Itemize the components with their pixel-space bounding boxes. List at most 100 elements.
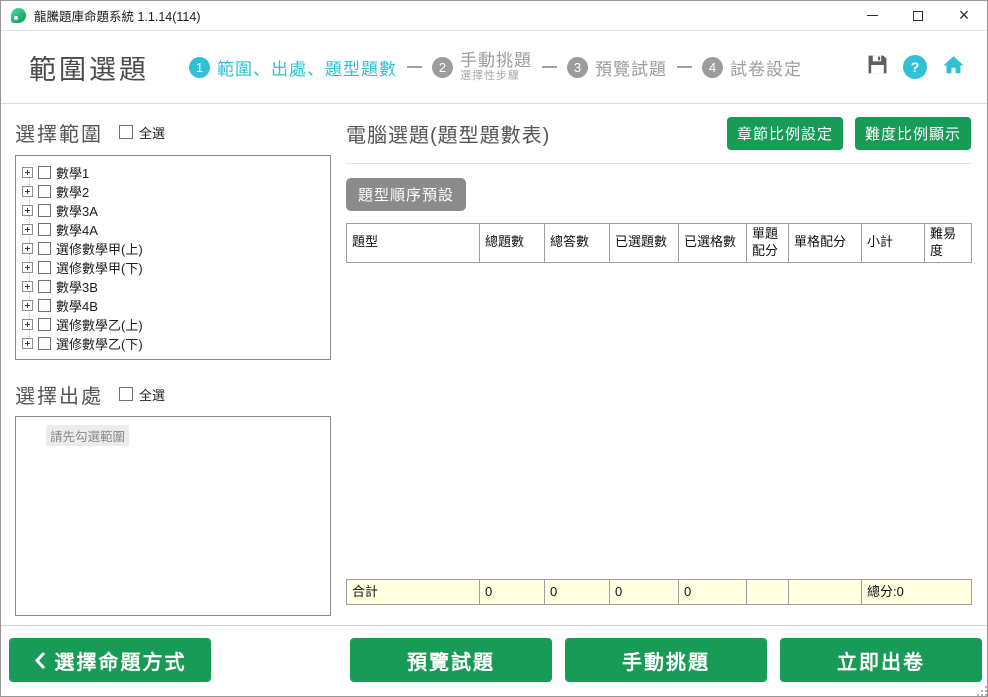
left-panel: 選擇範圍 全選 數學1 數學2 (15, 104, 331, 616)
question-order-preset-button[interactable]: 題型順序預設 (346, 178, 466, 211)
tree-item[interactable]: 數學2 (20, 182, 326, 201)
manual-pick-button[interactable]: 手動挑題 (565, 638, 767, 682)
source-select-all[interactable]: 全選 (119, 385, 165, 404)
minimize-button[interactable] (849, 1, 895, 30)
tree-item[interactable]: 數學3B (20, 277, 326, 296)
range-section-title: 選擇範圍 (15, 118, 103, 147)
summary-total-answers: 0 (545, 580, 610, 605)
app-logo-icon (11, 8, 26, 23)
table-empty-area (346, 263, 971, 579)
source-list-box: 請先勾選範圍 (15, 416, 331, 616)
step-2-sublabel: 選擇性步驟 (460, 70, 532, 83)
summary-row: 合計 0 0 0 0 總分:0 (347, 580, 972, 605)
save-icon[interactable] (867, 54, 888, 80)
range-select-all[interactable]: 全選 (119, 123, 165, 142)
tree-item[interactable]: 數學1 (20, 163, 326, 182)
tree-item-label: 數學2 (56, 182, 89, 201)
expand-plus-icon[interactable] (22, 300, 33, 311)
expand-plus-icon[interactable] (22, 262, 33, 273)
col-subtotal: 小計 (862, 224, 925, 263)
summary-selected-questions: 0 (610, 580, 679, 605)
expand-plus-icon[interactable] (22, 224, 33, 235)
range-select-all-label: 全選 (139, 123, 165, 142)
checkbox[interactable] (38, 318, 51, 331)
step-3-badge: 3 (567, 57, 588, 78)
expand-plus-icon[interactable] (22, 319, 33, 330)
generate-paper-button[interactable]: 立即出卷 (780, 638, 982, 682)
source-section-title: 選擇出處 (15, 380, 103, 409)
step-2-manual-pick[interactable]: 2 手動挑題 選擇性步驟 (432, 51, 532, 83)
checkbox[interactable] (38, 166, 51, 179)
step-2-badge: 2 (432, 57, 453, 78)
step-4-paper-setup[interactable]: 4 試卷設定 (702, 55, 802, 80)
summary-empty-cell (747, 580, 789, 605)
summary-label: 合計 (347, 580, 480, 605)
expand-plus-icon[interactable] (22, 186, 33, 197)
tree-item[interactable]: 選修數學甲(上) (20, 239, 326, 258)
col-total-answers: 總答數 (545, 224, 610, 263)
page-header: 範圍選題 1 範圍、出處、題型題數 2 手動挑題 選擇性步驟 3 預覽試題 4 (1, 31, 987, 104)
range-tree: 數學1 數學2 數學3A 數學4A (15, 155, 331, 360)
expand-plus-icon[interactable] (22, 243, 33, 254)
question-type-table: 題型 總題數 總答數 已選題數 已選格數 單題配分 單格配分 小計 難易度 (346, 223, 972, 263)
chapter-ratio-button[interactable]: 章節比例設定 (727, 117, 843, 150)
right-panel: 電腦選題(題型題數表) 章節比例設定 難度比例顯示 題型順序預設 題型 總題數 … (346, 104, 971, 625)
col-difficulty: 難易度 (925, 224, 972, 263)
step-2-label: 手動挑題 (460, 51, 532, 71)
step-3-preview[interactable]: 3 預覽試題 (567, 55, 667, 80)
source-section-header: 選擇出處 全選 (15, 380, 331, 408)
source-select-all-label: 全選 (139, 385, 165, 404)
range-select-all-checkbox[interactable] (119, 125, 133, 139)
tree-item-label: 數學4B (56, 296, 98, 315)
tree-item[interactable]: 數學4A (20, 220, 326, 239)
checkbox[interactable] (38, 242, 51, 255)
tree-item[interactable]: 選修數學乙(上) (20, 315, 326, 334)
window-title: 龍騰題庫命題系統 1.1.14(114) (34, 6, 200, 25)
step-1-range[interactable]: 1 範圍、出處、題型題數 (189, 55, 397, 80)
help-icon[interactable]: ? (903, 55, 927, 79)
step-4-badge: 4 (702, 57, 723, 78)
step-connector (542, 66, 557, 68)
tree-item[interactable]: 選修數學甲(下) (20, 258, 326, 277)
preview-questions-button[interactable]: 預覽試題 (350, 638, 552, 682)
back-to-mode-button[interactable]: 選擇命題方式 (9, 638, 211, 682)
range-section-header: 選擇範圍 全選 (15, 118, 331, 146)
maximize-icon (913, 11, 923, 21)
col-score-per-question: 單題配分 (747, 224, 789, 263)
maximize-button[interactable] (895, 1, 941, 30)
tree-item[interactable]: 數學4B (20, 296, 326, 315)
summary-total-questions: 0 (480, 580, 545, 605)
tree-item-label: 選修數學乙(下) (56, 334, 143, 353)
expand-plus-icon[interactable] (22, 338, 33, 349)
checkbox[interactable] (38, 280, 51, 293)
difficulty-ratio-button[interactable]: 難度比例顯示 (855, 117, 971, 150)
checkbox[interactable] (38, 185, 51, 198)
source-empty-hint: 請先勾選範圍 (46, 425, 129, 446)
title-bar: 龍騰題庫命題系統 1.1.14(114) × (1, 1, 987, 31)
checkbox[interactable] (38, 223, 51, 236)
resize-grip[interactable] (981, 690, 983, 692)
computer-pick-header: 電腦選題(題型題數表) 章節比例設定 難度比例顯示 (346, 117, 971, 150)
checkbox[interactable] (38, 261, 51, 274)
step-1-label: 範圍、出處、題型題數 (217, 55, 397, 80)
col-question-type: 題型 (347, 224, 480, 263)
checkbox[interactable] (38, 204, 51, 217)
home-icon[interactable] (942, 54, 965, 81)
computer-pick-title: 電腦選題(題型題數表) (346, 119, 550, 148)
header-icons: ? (867, 54, 965, 81)
expand-plus-icon[interactable] (22, 205, 33, 216)
window-controls: × (849, 1, 987, 30)
tree-item[interactable]: 數學3A (20, 201, 326, 220)
summary-table: 合計 0 0 0 0 總分:0 (346, 579, 972, 605)
close-button[interactable]: × (941, 1, 987, 30)
checkbox[interactable] (38, 299, 51, 312)
footer-actions: 預覽試題 手動挑題 立即出卷 (350, 638, 982, 682)
wizard-stepper: 1 範圍、出處、題型題數 2 手動挑題 選擇性步驟 3 預覽試題 4 試卷設定 (189, 51, 802, 83)
checkbox[interactable] (38, 337, 51, 350)
tree-item[interactable]: 選修數學乙(下) (20, 334, 326, 353)
source-select-all-checkbox[interactable] (119, 387, 133, 401)
col-selected-grids: 已選格數 (679, 224, 747, 263)
expand-plus-icon[interactable] (22, 281, 33, 292)
summary-empty-cell (789, 580, 862, 605)
expand-plus-icon[interactable] (22, 167, 33, 178)
